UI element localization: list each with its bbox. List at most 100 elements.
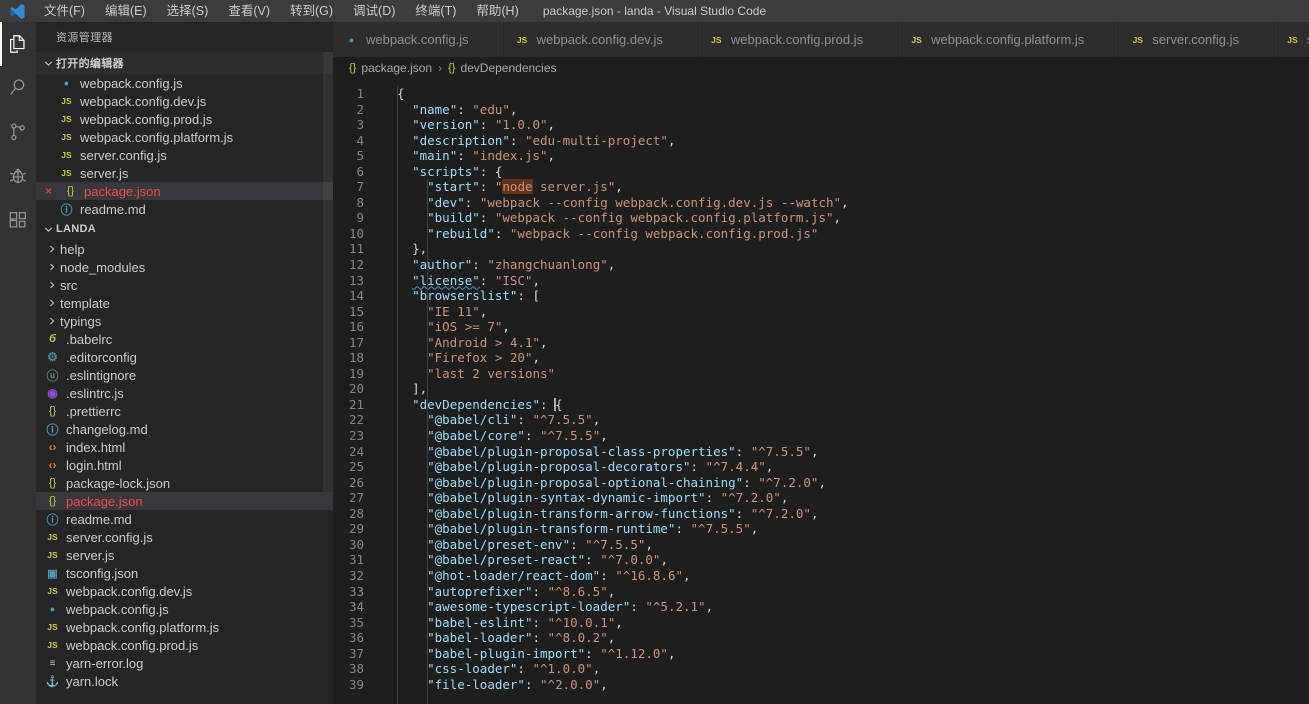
- open-editor-item[interactable]: JS server.config.js: [36, 146, 333, 164]
- tree-file-package-lock-json[interactable]: {} package-lock.json: [36, 474, 333, 492]
- tree-file-webpack-config-prod-js[interactable]: JS webpack.config.prod.js: [36, 636, 333, 654]
- code-line[interactable]: },: [381, 241, 1309, 257]
- menu-debug[interactable]: 调试(D): [343, 0, 405, 22]
- menu-selection[interactable]: 选择(S): [157, 0, 219, 22]
- code-line[interactable]: "dev": "webpack --config webpack.config.…: [381, 195, 1309, 211]
- open-editor-item-package-json[interactable]: × {} package.json: [36, 182, 333, 200]
- open-editor-item[interactable]: JS webpack.config.platform.js: [36, 128, 333, 146]
- tree-file-editorconfig[interactable]: ⚙ .editorconfig: [36, 348, 333, 366]
- tree-folder-src[interactable]: src: [36, 276, 333, 294]
- code-line[interactable]: "@babel/plugin-transform-arrow-functions…: [381, 506, 1309, 522]
- tree-folder-typings[interactable]: typings: [36, 312, 333, 330]
- code-line[interactable]: "name": "edu",: [381, 102, 1309, 118]
- open-editor-item[interactable]: ⓘ readme.md: [36, 200, 333, 218]
- code-line[interactable]: ],: [381, 381, 1309, 397]
- code-line[interactable]: "last 2 versions": [381, 366, 1309, 382]
- code-line[interactable]: "iOS >= 7",: [381, 319, 1309, 335]
- code-line[interactable]: "browserslist": [: [381, 288, 1309, 304]
- tree-folder-help[interactable]: help: [36, 240, 333, 258]
- code-line[interactable]: "Firefox > 20",: [381, 350, 1309, 366]
- code-line[interactable]: "@babel/plugin-proposal-optional-chainin…: [381, 475, 1309, 491]
- breadcrumb-file[interactable]: {} package.json: [347, 61, 434, 75]
- code-line[interactable]: "@babel/preset-env": "^7.5.5",: [381, 537, 1309, 553]
- code-line[interactable]: "@hot-loader/react-dom": "^16.8.6",: [381, 568, 1309, 584]
- tree-file-yarn-lock[interactable]: ⚓ yarn.lock: [36, 672, 333, 690]
- code-line[interactable]: "css-loader": "^1.0.0",: [381, 661, 1309, 677]
- tree-file-webpack-config-platform-js[interactable]: JS webpack.config.platform.js: [36, 618, 333, 636]
- tree-file-server-js[interactable]: JS server.js: [36, 546, 333, 564]
- tree-file-babelrc[interactable]: б .babelrc: [36, 330, 333, 348]
- close-icon[interactable]: ×: [40, 184, 57, 198]
- tab-server-js[interactable]: JS server.js ×: [1273, 22, 1309, 57]
- menu-view[interactable]: 查看(V): [218, 0, 280, 22]
- code-line[interactable]: "start": "node server.js",: [381, 179, 1309, 195]
- section-workspace-landa[interactable]: LANDA: [36, 218, 333, 240]
- section-open-editors[interactable]: 打开的编辑器: [36, 52, 333, 74]
- tree-file-package-json[interactable]: {} package.json: [36, 492, 333, 510]
- code-line[interactable]: {: [381, 86, 1309, 102]
- tree-file-yarn-error-log[interactable]: ≡ yarn-error.log: [36, 654, 333, 672]
- tab-server-config-js[interactable]: JS server.config.js ×: [1119, 22, 1274, 57]
- tree-file-webpack-config-js[interactable]: ● webpack.config.js: [36, 600, 333, 618]
- open-editor-item[interactable]: JS server.js: [36, 164, 333, 182]
- code-line[interactable]: "autoprefixer": "^8.6.5",: [381, 584, 1309, 600]
- activity-explorer[interactable]: [0, 22, 36, 66]
- explorer-tree[interactable]: 打开的编辑器 ● webpack.config.js JS webpack.co…: [36, 52, 333, 704]
- menu-edit[interactable]: 编辑(E): [95, 0, 157, 22]
- menu-terminal[interactable]: 终端(T): [405, 0, 466, 22]
- tree-file-prettierrc[interactable]: {} .prettierrc: [36, 402, 333, 420]
- code-line[interactable]: "version": "1.0.0",: [381, 117, 1309, 133]
- code-line[interactable]: "babel-eslint": "^10.0.1",: [381, 615, 1309, 631]
- code-line[interactable]: "@babel/plugin-transform-runtime": "^7.5…: [381, 521, 1309, 537]
- sidebar-scrollbar[interactable]: [323, 52, 333, 492]
- code-line[interactable]: "babel-plugin-import": "^1.12.0",: [381, 646, 1309, 662]
- activity-extensions[interactable]: [0, 198, 36, 242]
- code-line[interactable]: "@babel/preset-react": "^7.0.0",: [381, 552, 1309, 568]
- code-line[interactable]: "build": "webpack --config webpack.confi…: [381, 210, 1309, 226]
- tree-file-webpack-config-dev-js[interactable]: JS webpack.config.dev.js: [36, 582, 333, 600]
- code-line[interactable]: "license": "ISC",: [381, 273, 1309, 289]
- code-line[interactable]: "IE 11",: [381, 304, 1309, 320]
- tree-folder-template[interactable]: template: [36, 294, 333, 312]
- tree-file-changelog-md[interactable]: ⓘ changelog.md: [36, 420, 333, 438]
- code-line[interactable]: "@babel/plugin-proposal-class-properties…: [381, 444, 1309, 460]
- tree-file-server-config-js[interactable]: JS server.config.js: [36, 528, 333, 546]
- code-line[interactable]: "@babel/plugin-syntax-dynamic-import": "…: [381, 490, 1309, 506]
- tab-webpack-config-prod-js[interactable]: JS webpack.config.prod.js ×: [697, 22, 899, 57]
- tab-webpack-config-dev-js[interactable]: JS webpack.config.dev.js ×: [503, 22, 698, 57]
- breadcrumb-symbol[interactable]: {} devDependencies: [446, 61, 558, 75]
- activity-source-control[interactable]: [0, 110, 36, 154]
- code-line[interactable]: "babel-loader": "^8.0.2",: [381, 630, 1309, 646]
- tree-file-index-html[interactable]: ‹› index.html: [36, 438, 333, 456]
- code-line[interactable]: "file-loader": "^2.0.0",: [381, 677, 1309, 693]
- code-line[interactable]: "@babel/plugin-proposal-decorators": "^7…: [381, 459, 1309, 475]
- tree-folder-node-modules[interactable]: node_modules: [36, 258, 333, 276]
- menu-help[interactable]: 帮助(H): [466, 0, 528, 22]
- tree-file-login-html[interactable]: ‹› login.html: [36, 456, 333, 474]
- code-editor[interactable]: 1 2 3 4 5 6 7 8 9 10 11 12 13 14 15 16 17 18 19 20 21 22 23 24 2…: [333, 79, 1309, 704]
- menu-bar[interactable]: 文件(F) 编辑(E) 选择(S) 查看(V) 转到(G) 调试(D) 终端(T…: [34, 0, 529, 22]
- code-line[interactable]: "scripts": {: [381, 164, 1309, 180]
- editor-tabs[interactable]: ● webpack.config.js × JS webpack.config.…: [333, 22, 1309, 57]
- tree-file-tsconfig-json[interactable]: ▣ tsconfig.json: [36, 564, 333, 582]
- tree-file-eslintignore[interactable]: ⓤ .eslintignore: [36, 366, 333, 384]
- tab-webpack-config-platform-js[interactable]: JS webpack.config.platform.js ×: [898, 22, 1120, 57]
- code-content[interactable]: { "name": "edu", "version": "1.0.0", "de…: [381, 79, 1309, 704]
- code-line[interactable]: "description": "edu-multi-project",: [381, 133, 1309, 149]
- tree-file-readme-md[interactable]: ⓘ readme.md: [36, 510, 333, 528]
- code-line[interactable]: "rebuild": "webpack --config webpack.con…: [381, 226, 1309, 242]
- tree-file-eslintrc-js[interactable]: ◉ .eslintrc.js: [36, 384, 333, 402]
- code-line[interactable]: "devDependencies": {: [381, 397, 1309, 413]
- activity-debug[interactable]: [0, 154, 36, 198]
- open-editor-item[interactable]: ● webpack.config.js: [36, 74, 333, 92]
- code-line[interactable]: "@babel/cli": "^7.5.5",: [381, 412, 1309, 428]
- code-line[interactable]: "main": "index.js",: [381, 148, 1309, 164]
- code-line[interactable]: "@babel/core": "^7.5.5",: [381, 428, 1309, 444]
- code-line[interactable]: "Android > 4.1",: [381, 335, 1309, 351]
- code-line[interactable]: "author": "zhangchuanlong",: [381, 257, 1309, 273]
- activity-search[interactable]: [0, 66, 36, 110]
- open-editor-item[interactable]: JS webpack.config.dev.js: [36, 92, 333, 110]
- menu-go[interactable]: 转到(G): [280, 0, 343, 22]
- tab-webpack-config-js[interactable]: ● webpack.config.js ×: [333, 22, 504, 57]
- code-line[interactable]: "awesome-typescript-loader": "^5.2.1",: [381, 599, 1309, 615]
